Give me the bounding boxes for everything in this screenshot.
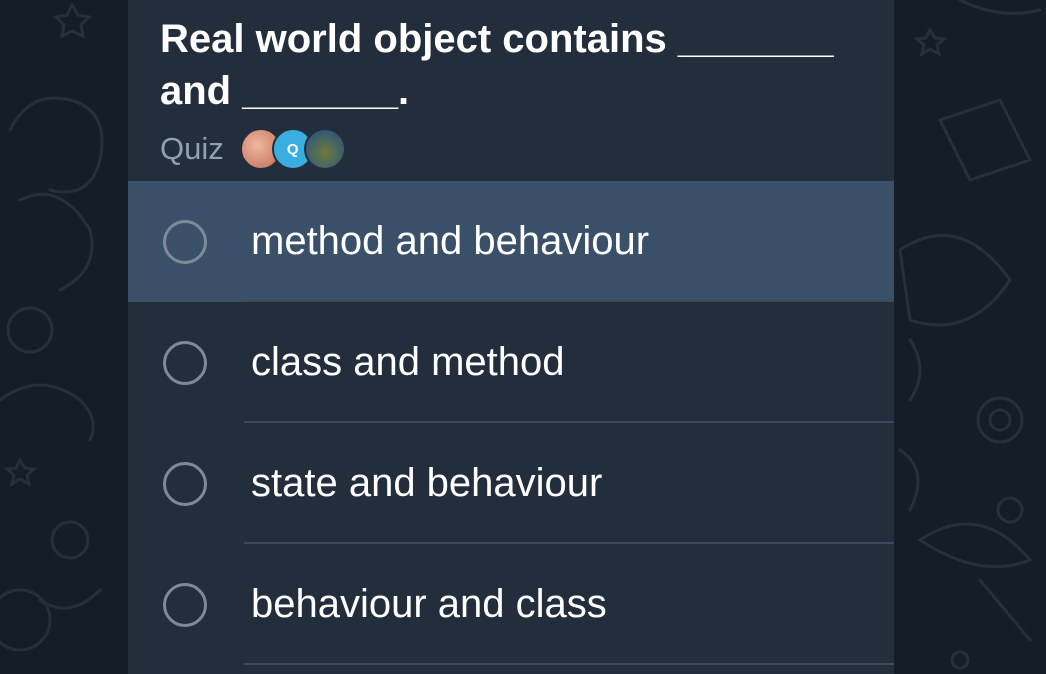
poll-option-label: class and method <box>251 340 565 384</box>
radio-circle-icon[interactable] <box>163 462 207 506</box>
radio-circle-icon[interactable] <box>163 220 207 264</box>
option-divider <box>244 663 894 665</box>
radio-circle-icon[interactable] <box>163 583 207 627</box>
poll-option[interactable]: method and behaviour <box>128 181 894 302</box>
voter-avatar <box>303 128 346 170</box>
poll-option[interactable]: behaviour and class <box>128 544 894 665</box>
voter-initial: Q <box>286 140 299 158</box>
radio-circle-icon[interactable] <box>163 341 207 385</box>
poll-option-label: method and behaviour <box>251 219 650 263</box>
poll-option-label: state and behaviour <box>251 461 603 505</box>
recent-voters[interactable]: Q <box>239 128 346 170</box>
poll-message-bubble: Real world object contains _______ and _… <box>128 0 894 674</box>
poll-option-label: behaviour and class <box>251 582 607 626</box>
poll-meta: Quiz Q <box>160 126 346 172</box>
poll-options: method and behaviour class and method st… <box>128 181 894 665</box>
poll-option[interactable]: state and behaviour <box>128 423 894 544</box>
poll-question: Real world object contains _______ and _… <box>160 17 834 113</box>
poll-type-label: Quiz <box>160 131 224 166</box>
poll-option[interactable]: class and method <box>128 302 894 423</box>
